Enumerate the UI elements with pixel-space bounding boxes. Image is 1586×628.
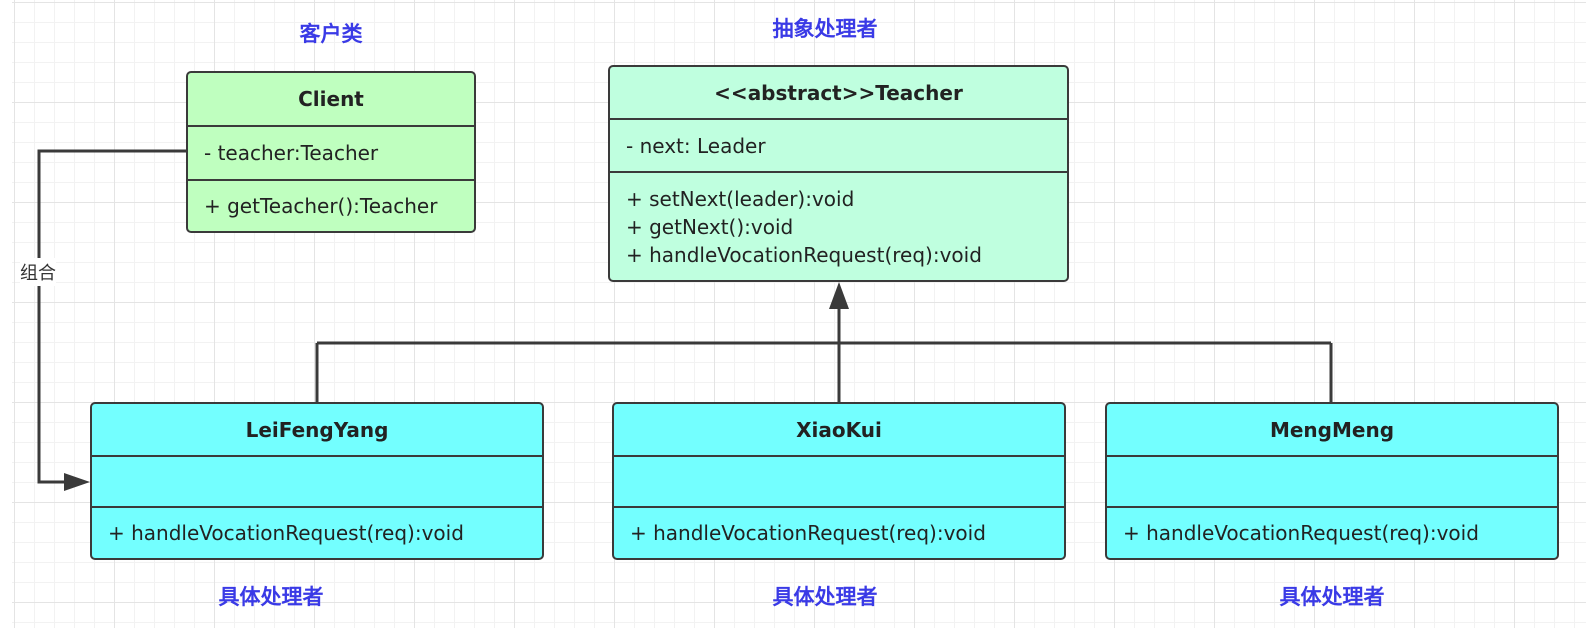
class-client[interactable]: Client - teacher:Teacher + getTeacher():… — [186, 71, 476, 233]
operation-row: + getTeacher():Teacher — [204, 194, 438, 218]
class-name: LeiFengYang — [92, 404, 542, 457]
operations-section: + setNext(leader):void + getNext():void … — [610, 173, 1067, 280]
operation-row: + handleVocationRequest(req):void — [630, 521, 986, 545]
operation-row: + handleVocationRequest(req):void — [626, 242, 982, 267]
operations-section: + handleVocationRequest(req):void — [614, 508, 1064, 558]
attributes-section — [92, 457, 542, 508]
operation-row: + setNext(leader):void — [626, 186, 855, 211]
operations-section: + handleVocationRequest(req):void — [92, 508, 542, 558]
abstract-handler-caption: 抽象处理者 — [772, 17, 878, 41]
class-mengmeng[interactable]: MengMeng + handleVocationRequest(req):vo… — [1105, 402, 1559, 560]
class-name: MengMeng — [1107, 404, 1557, 457]
concrete-handler-caption-1: 具体处理者 — [218, 585, 324, 609]
attributes-section: - teacher:Teacher — [188, 127, 474, 181]
attribute-row: - teacher:Teacher — [204, 141, 379, 165]
composition-label: 组合 — [20, 258, 56, 286]
operation-row: + handleVocationRequest(req):void — [108, 521, 464, 545]
operation-row: + handleVocationRequest(req):void — [1123, 521, 1479, 545]
operation-row: + getNext():void — [626, 214, 794, 239]
class-name: XiaoKui — [614, 404, 1064, 457]
class-name: <<abstract>>Teacher — [610, 67, 1067, 120]
class-leifengyang[interactable]: LeiFengYang + handleVocationRequest(req)… — [90, 402, 544, 560]
attributes-section — [614, 457, 1064, 508]
attributes-section — [1107, 457, 1557, 508]
client-caption: 客户类 — [299, 22, 363, 46]
concrete-handler-caption-3: 具体处理者 — [1279, 585, 1385, 609]
operations-section: + handleVocationRequest(req):void — [1107, 508, 1557, 558]
class-xiaokui[interactable]: XiaoKui + handleVocationRequest(req):voi… — [612, 402, 1066, 560]
class-name: Client — [188, 73, 474, 127]
attributes-section: - next: Leader — [610, 120, 1067, 173]
concrete-handler-caption-2: 具体处理者 — [772, 585, 878, 609]
class-teacher[interactable]: <<abstract>>Teacher - next: Leader + set… — [608, 65, 1069, 282]
attribute-row: - next: Leader — [626, 133, 766, 158]
operations-section: + getTeacher():Teacher — [188, 181, 474, 231]
